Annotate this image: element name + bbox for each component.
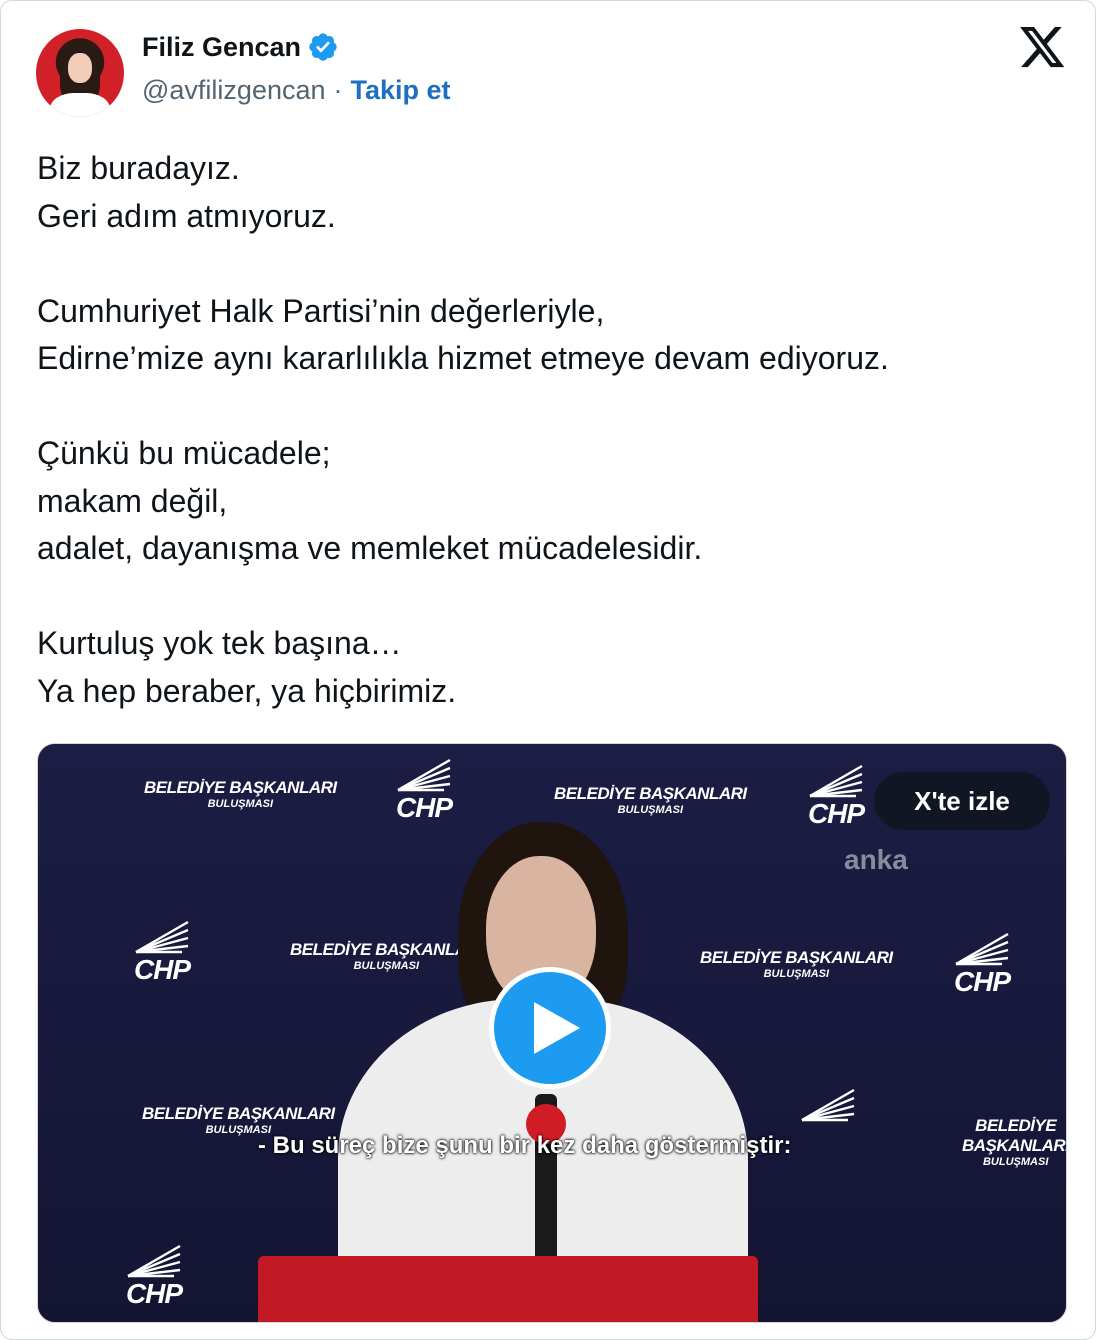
backdrop-party-logo: CHP [952, 932, 1012, 998]
backdrop-banner: BELEDİYE BAŞKANLARI BULUŞMASI [554, 784, 747, 816]
backdrop-banner: BELEDİYE BAŞKANLARI BULUŞMASI [700, 948, 893, 980]
verified-badge-icon [307, 31, 339, 63]
tweet-line: Edirne’mize aynı kararlılıkla hizmet etm… [37, 340, 889, 376]
author-handle-row: @avfilizgencan · Takip et [142, 75, 451, 106]
backdrop-party-logo: CHP [806, 764, 866, 830]
tweet-line: Cumhuriyet Halk Partisi’nin değerleriyle… [37, 292, 605, 329]
avatar[interactable] [36, 29, 124, 117]
author-name-row: Filiz Gencan [142, 31, 339, 63]
backdrop-banner: BELEDİYE BAŞKANLARI BULUŞMASI [144, 778, 337, 810]
backdrop-party-logo: CHP [394, 758, 454, 824]
x-logo-icon[interactable] [1020, 27, 1066, 69]
tweet-card: Filiz Gencan @avfilizgencan · Takip et B… [0, 0, 1096, 1340]
tweet-line: Biz buradayız. [37, 150, 240, 186]
tweet-line: Çünkü bu mücadele; [37, 435, 331, 471]
backdrop-banner: BELEDİYE BAŞKANLARI BULUŞMASI [290, 940, 483, 972]
backdrop-party-logo: CHP [124, 1244, 184, 1310]
follow-button[interactable]: Takip et [351, 75, 451, 106]
author-name[interactable]: Filiz Gencan [142, 32, 301, 63]
video-player[interactable]: BELEDİYE BAŞKANLARI BULUŞMASI BELEDİYE B… [37, 743, 1067, 1323]
tweet-line: Ya hep beraber, ya hiçbirimiz. [37, 672, 457, 709]
podium [258, 1256, 758, 1322]
watch-on-x-button[interactable]: X'te izle [874, 772, 1050, 830]
author-handle[interactable]: @avfilizgencan [142, 75, 326, 106]
anka-watermark: anka [844, 844, 908, 875]
video-subtitle: - Bu süreç bize şunu bir kez daha göster… [258, 1132, 792, 1159]
tweet-text: Biz buradayız. Geri adım atmıyoruz. Cumh… [37, 145, 1077, 715]
tweet-line: Geri adım atmıyoruz. [37, 197, 336, 234]
tweet-line: makam değil, [37, 482, 228, 519]
play-button[interactable] [489, 967, 611, 1089]
backdrop-party-logo [798, 1088, 858, 1122]
backdrop-party-logo: CHP [132, 920, 192, 986]
separator-dot: · [333, 75, 343, 105]
tweet-line: adalet, dayanışma ve memleket mücadelesi… [37, 530, 703, 566]
backdrop-banner: BELEDİYE BAŞKANLARI BULUŞMASI [962, 1116, 1067, 1168]
play-icon [534, 1002, 580, 1054]
tweet-line: Kurtuluş yok tek başına… [37, 625, 402, 661]
